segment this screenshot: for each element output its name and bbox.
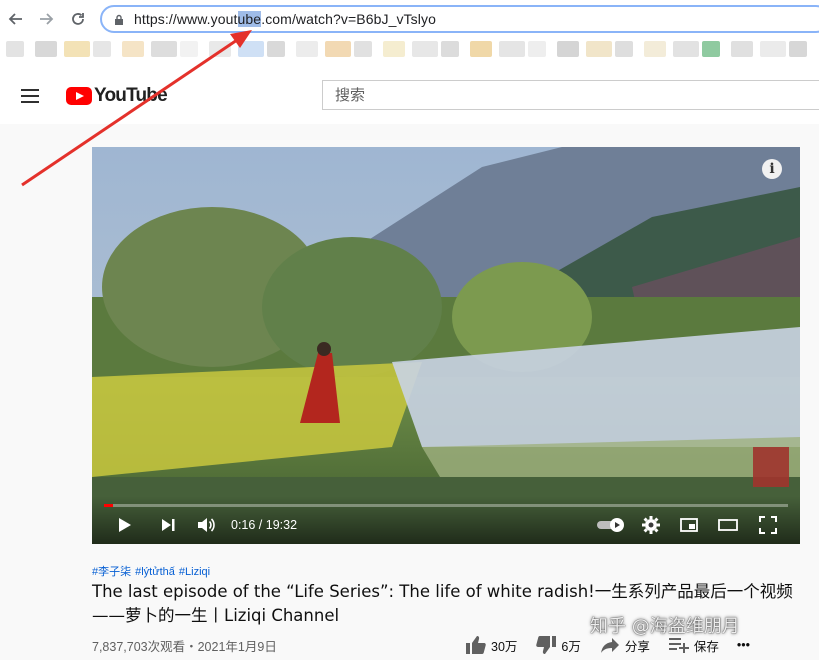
theater-mode-button[interactable]	[716, 514, 740, 536]
bookmark-item[interactable]	[209, 41, 231, 57]
reload-icon	[72, 13, 84, 25]
volume-button[interactable]	[194, 514, 218, 536]
bookmark-item[interactable]	[64, 41, 90, 57]
like-button[interactable]: 30万	[465, 635, 517, 655]
volume-icon	[198, 518, 215, 532]
bookmark-item[interactable]	[122, 41, 144, 57]
video-player[interactable]: i 0:16 / 19:32	[92, 147, 800, 544]
lock-icon	[115, 14, 123, 25]
bookmark-item[interactable]	[180, 41, 198, 57]
youtube-logo[interactable]: YouTube	[66, 85, 168, 106]
fullscreen-button[interactable]	[756, 514, 780, 536]
hashtag-list: #李子柒 #lýtửthấ #Liziqi	[92, 563, 214, 579]
hashtag-link[interactable]: #lýtửthấ	[135, 566, 175, 578]
theater-icon	[718, 519, 738, 531]
info-icon[interactable]: i	[762, 159, 782, 179]
logo-text: YouTube	[94, 85, 168, 106]
save-label: 保存	[693, 639, 719, 654]
browser-toolbar: https://www.youtube.com/watch?v=B6bJ_vTs…	[0, 0, 819, 66]
more-actions-button[interactable]: •••	[737, 638, 750, 652]
play-icon	[119, 518, 131, 532]
bookmark-item[interactable]	[6, 41, 24, 57]
progress-fill	[104, 504, 114, 507]
bookmark-item[interactable]	[470, 41, 492, 57]
bookmarks-bar	[0, 38, 819, 60]
bookmark-item[interactable]	[151, 41, 177, 57]
url-prefix: https://www.yout	[134, 11, 238, 27]
reload-button[interactable]	[67, 8, 89, 30]
bookmark-item[interactable]	[586, 41, 612, 57]
url-suffix: .com/watch?v=B6bJ_vTslyo	[261, 11, 436, 27]
player-controls: 0:16 / 19:32	[92, 496, 800, 544]
skip-next-icon	[162, 519, 175, 531]
hashtag-link[interactable]: #Liziqi	[179, 566, 210, 578]
bookmark-item[interactable]	[731, 41, 753, 57]
bookmark-item[interactable]	[412, 41, 438, 57]
bookmark-item[interactable]	[267, 41, 285, 57]
video-frame	[92, 147, 800, 544]
progress-bar[interactable]	[104, 504, 788, 507]
time-display: 0:16 / 19:32	[231, 518, 298, 532]
share-icon	[600, 638, 619, 653]
autoplay-toggle-icon	[597, 518, 624, 532]
share-label: 分享	[624, 639, 650, 654]
url-text: https://www.youtube.com/watch?v=B6bJ_vTs…	[134, 11, 436, 27]
hashtag-link[interactable]: #李子柒	[92, 566, 131, 578]
more-icon: •••	[736, 638, 751, 652]
bookmark-item[interactable]	[702, 41, 720, 57]
miniplayer-button[interactable]	[677, 514, 701, 536]
bookmark-item[interactable]	[296, 41, 318, 57]
bookmark-item[interactable]	[35, 41, 57, 57]
dislike-count: 6万	[561, 639, 581, 654]
next-button[interactable]	[156, 514, 180, 536]
youtube-header: YouTube	[0, 66, 819, 124]
bookmark-item[interactable]	[499, 41, 525, 57]
address-bar[interactable]: https://www.youtube.com/watch?v=B6bJ_vTs…	[100, 5, 819, 33]
bookmark-item[interactable]	[673, 41, 699, 57]
miniplayer-icon	[680, 518, 698, 532]
share-button[interactable]: 分享	[599, 635, 650, 655]
arrow-right-icon	[40, 13, 54, 25]
bookmark-item[interactable]	[644, 41, 666, 57]
search-input[interactable]	[323, 81, 819, 109]
bookmark-item[interactable]	[557, 41, 579, 57]
menu-icon[interactable]	[21, 89, 39, 103]
bookmark-item[interactable]	[615, 41, 633, 57]
dislike-button[interactable]: 6万	[535, 635, 581, 655]
url-selection: ube	[237, 11, 262, 27]
zhihu-watermark: 知乎 @海盗维朋月	[590, 616, 740, 637]
fullscreen-icon	[759, 516, 777, 534]
bookmark-item[interactable]	[528, 41, 546, 57]
bookmark-item[interactable]	[325, 41, 351, 57]
bookmark-item[interactable]	[238, 41, 264, 57]
view-count-date: 7,837,703次观看・2021年1月9日	[92, 640, 277, 654]
thumbs-up-icon	[466, 636, 486, 654]
arrow-left-icon	[8, 13, 22, 25]
play-button[interactable]	[112, 514, 136, 536]
bookmark-item[interactable]	[383, 41, 405, 57]
playlist-add-icon	[668, 638, 689, 653]
settings-button[interactable]	[639, 514, 663, 536]
bookmark-item[interactable]	[760, 41, 786, 57]
bookmark-item[interactable]	[93, 41, 111, 57]
bookmark-item[interactable]	[789, 41, 807, 57]
thumbs-down-icon	[536, 636, 557, 654]
bookmark-item[interactable]	[354, 41, 372, 57]
forward-button[interactable]	[35, 8, 57, 30]
autoplay-toggle[interactable]	[595, 514, 625, 536]
youtube-play-logo-icon	[66, 87, 92, 105]
save-button[interactable]: 保存	[668, 635, 719, 655]
search-box[interactable]	[322, 80, 819, 110]
gear-icon	[642, 516, 660, 534]
like-count: 30万	[491, 639, 518, 654]
bookmark-item[interactable]	[441, 41, 459, 57]
back-button[interactable]	[5, 8, 27, 30]
